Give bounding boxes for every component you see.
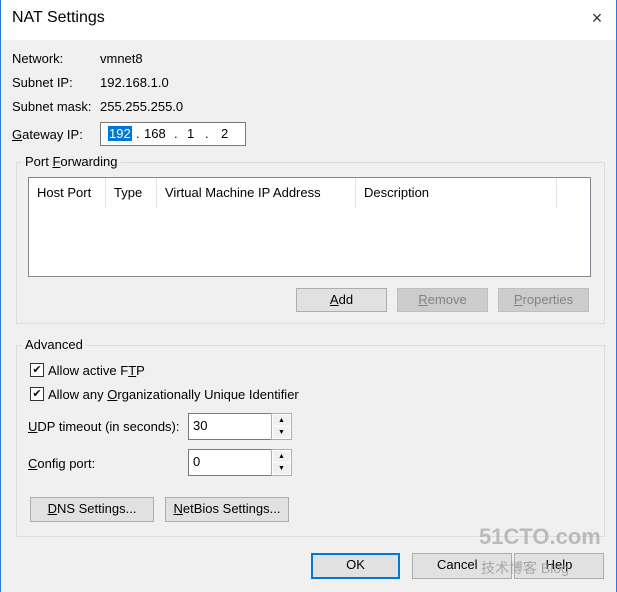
title-bar: NAT Settings × <box>1 0 616 40</box>
gateway-octet-4[interactable]: 2 <box>221 126 228 141</box>
remove-button[interactable]: Remove <box>397 288 488 312</box>
port-forwarding-table[interactable]: Host Port Type Virtual Machine IP Addres… <box>28 177 591 277</box>
udp-timeout-input[interactable]: 30 <box>188 413 272 440</box>
column-header-description[interactable]: Description <box>356 178 557 208</box>
subnet-mask-label: Subnet mask: <box>12 99 92 114</box>
gateway-ip-input[interactable]: 192 . 168 . 1 . 2 <box>100 122 246 146</box>
udp-timeout-spinner[interactable]: ▲ ▼ <box>271 413 292 440</box>
allow-oui-checkbox[interactable]: ✔ <box>30 387 44 401</box>
watermark-logo: 51CTO.com <box>479 524 601 549</box>
subnet-ip-label: Subnet IP: <box>12 75 73 90</box>
config-port-value[interactable]: 0 <box>193 454 200 469</box>
spin-up-icon[interactable]: ▲ <box>273 451 290 462</box>
column-header-host-port[interactable]: Host Port <box>29 178 106 208</box>
network-value: vmnet8 <box>100 51 143 66</box>
spin-up-icon[interactable]: ▲ <box>273 415 290 426</box>
gateway-octet-1[interactable]: 192 <box>108 126 132 141</box>
octet-separator: . <box>205 126 209 141</box>
config-port-input[interactable]: 0 <box>188 449 272 476</box>
config-port-label: Config port: <box>28 456 96 471</box>
port-forwarding-group: Port Forwarding Host Port Type Virtual M… <box>16 154 605 324</box>
subnet-ip-value: 192.168.1.0 <box>100 75 169 90</box>
add-button[interactable]: Add <box>296 288 387 312</box>
octet-separator: . <box>136 126 140 141</box>
subnet-mask-value: 255.255.255.0 <box>100 99 184 114</box>
allow-oui-label[interactable]: Allow any Organizationally Unique Identi… <box>48 387 299 402</box>
watermark-subtitle: 技术博客 Blog <box>481 560 569 576</box>
advanced-label: Advanced <box>22 337 86 352</box>
spin-down-icon[interactable]: ▼ <box>273 463 290 474</box>
port-forwarding-label: Port Forwarding <box>22 154 121 169</box>
udp-timeout-label: UDP timeout (in seconds): <box>28 419 180 434</box>
config-port-spinner[interactable]: ▲ ▼ <box>271 449 292 476</box>
allow-active-ftp-label[interactable]: Allow active FTP <box>48 363 145 378</box>
netbios-settings-button[interactable]: NetBios Settings... <box>165 497 289 522</box>
close-icon[interactable]: × <box>586 6 608 30</box>
dns-settings-button[interactable]: DNS Settings... <box>30 497 154 522</box>
gateway-octet-2[interactable]: 168 <box>144 126 166 141</box>
column-header-vm-ip[interactable]: Virtual Machine IP Address <box>157 178 356 208</box>
network-label: Network: <box>12 51 64 66</box>
allow-active-ftp-checkbox[interactable]: ✔ <box>30 363 44 377</box>
mnemonic: G <box>12 127 23 142</box>
label-text: ateway IP: <box>22 127 83 142</box>
nat-settings-dialog: NAT Settings × Network: vmnet8 Subnet IP… <box>0 0 617 592</box>
gateway-octet-3[interactable]: 1 <box>187 126 194 141</box>
udp-timeout-value[interactable]: 30 <box>193 418 207 433</box>
properties-button[interactable]: Properties <box>498 288 589 312</box>
gateway-ip-label: Gateway IP: <box>12 127 83 142</box>
spin-down-icon[interactable]: ▼ <box>273 427 290 438</box>
window-title: NAT Settings <box>12 9 105 26</box>
ok-button[interactable]: OK <box>311 553 400 579</box>
column-header-type[interactable]: Type <box>106 178 157 208</box>
octet-separator: . <box>174 126 178 141</box>
